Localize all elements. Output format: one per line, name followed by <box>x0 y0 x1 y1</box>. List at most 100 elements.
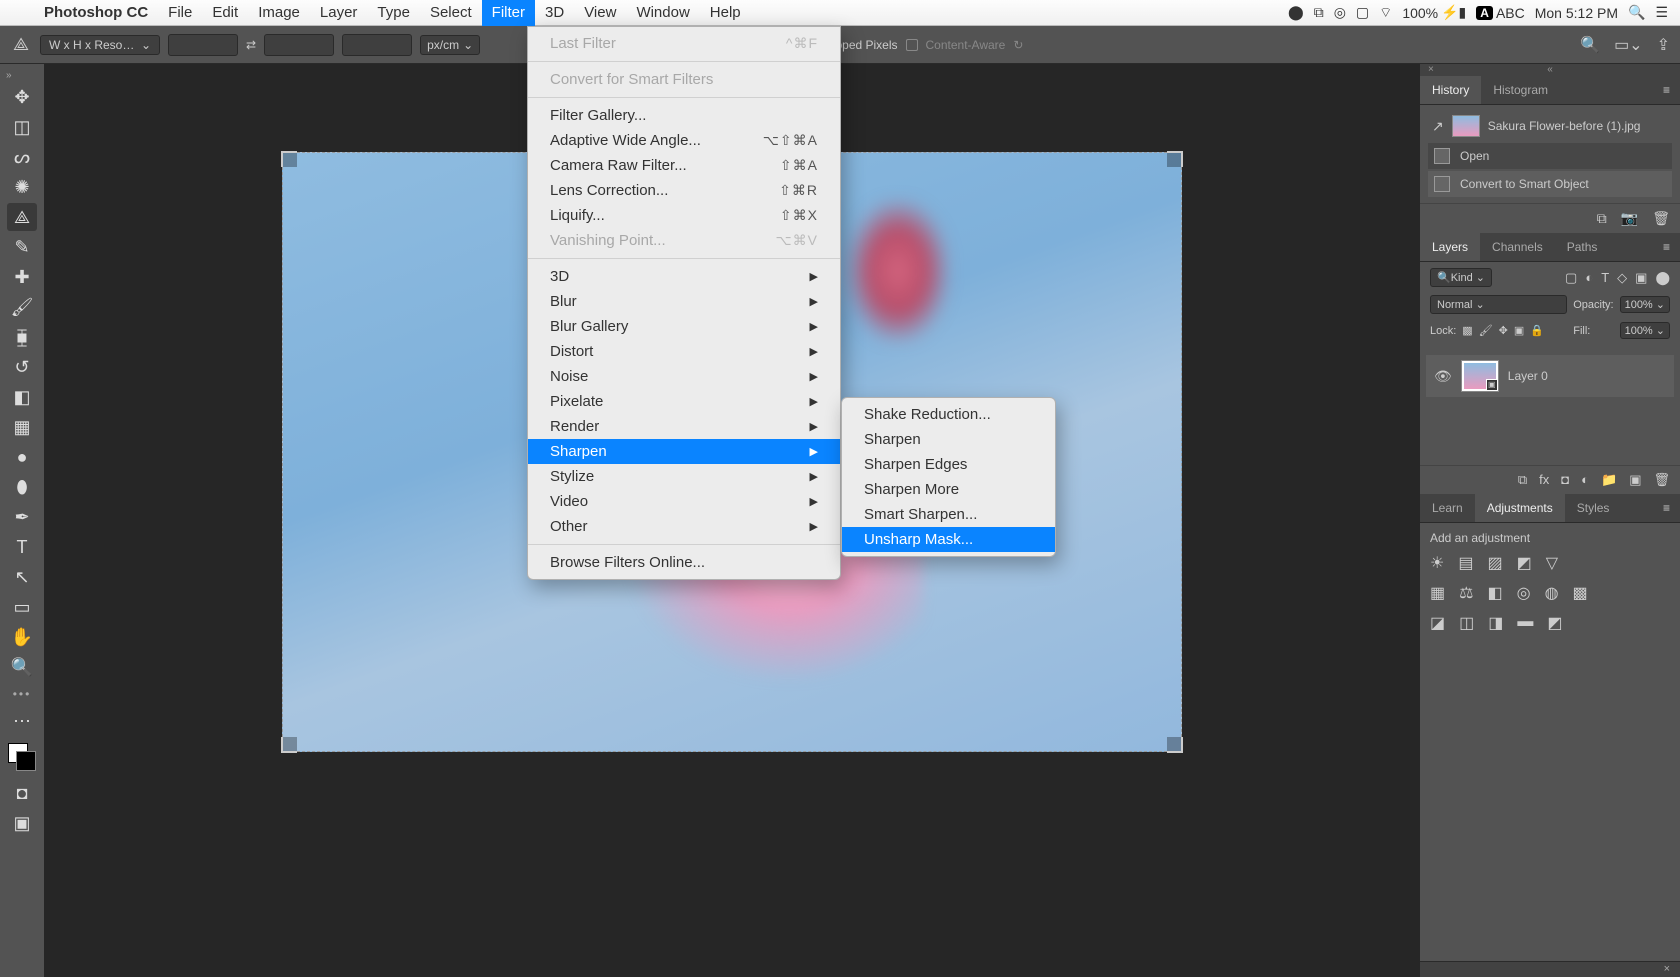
clock[interactable]: Mon 5:12 PM <box>1535 5 1618 21</box>
brush-tool[interactable]: 🖌 <box>7 293 37 321</box>
collapse-icon[interactable]: » <box>0 70 12 81</box>
menu-filter[interactable]: Filter <box>482 0 535 26</box>
gradient-map-icon[interactable]: ▬ <box>1517 613 1533 633</box>
filter-browse-online[interactable]: Browse Filters Online... <box>528 550 840 575</box>
move-tool[interactable]: ✥ <box>7 83 37 111</box>
filter-camera-raw[interactable]: Camera Raw Filter...⇧⌘A <box>528 153 840 178</box>
filter-gallery[interactable]: Filter Gallery... <box>528 103 840 128</box>
quick-mask[interactable]: ◘ <box>7 779 37 807</box>
menu-select[interactable]: Select <box>420 0 482 26</box>
menu-3d[interactable]: 3D <box>535 0 574 26</box>
fill-value[interactable]: 100% ⌄ <box>1620 322 1670 339</box>
vibrance-icon[interactable]: ▽ <box>1546 553 1558 573</box>
filter-toggle-icon[interactable]: ⬤ <box>1655 270 1670 286</box>
lock-move-icon[interactable]: ✥ <box>1499 324 1508 337</box>
filter-blur-gallery[interactable]: Blur Gallery▶ <box>528 314 840 339</box>
menu-type[interactable]: Type <box>367 0 420 26</box>
panel-collapse-bar[interactable]: ×« <box>1420 64 1680 76</box>
hue-icon[interactable]: ▦ <box>1430 583 1445 603</box>
eraser-tool[interactable]: ◧ <box>7 383 37 411</box>
sharpen-shake-reduction[interactable]: Shake Reduction... <box>842 402 1055 427</box>
layer-name[interactable]: Layer 0 <box>1508 369 1548 383</box>
history-row-open[interactable]: Open <box>1428 143 1672 169</box>
tab-layers[interactable]: Layers <box>1420 233 1480 261</box>
menu-list-icon[interactable]: ☰ <box>1655 4 1668 21</box>
type-tool[interactable]: T <box>7 533 37 561</box>
cc-icon[interactable]: ◎ <box>1334 4 1346 21</box>
crop-handle-br[interactable] <box>1167 737 1183 753</box>
filter-distort[interactable]: Distort▶ <box>528 339 840 364</box>
swap-icon[interactable]: ⇄ <box>246 38 256 52</box>
adjustment-icon[interactable]: ◐ <box>1581 472 1589 488</box>
crop-unit-dropdown[interactable]: px/cm⌄ <box>420 35 480 55</box>
content-aware-checkbox[interactable] <box>906 39 918 51</box>
quick-select-tool[interactable]: ✺ <box>7 173 37 201</box>
filter-lens-correction[interactable]: Lens Correction...⇧⌘R <box>528 178 840 203</box>
hand-tool[interactable]: ✋ <box>7 623 37 651</box>
menu-layer[interactable]: Layer <box>310 0 368 26</box>
filter-3d[interactable]: 3D▶ <box>528 264 840 289</box>
filter-stylize[interactable]: Stylize▶ <box>528 464 840 489</box>
pen-tool[interactable]: ✒ <box>7 503 37 531</box>
crop-handle-tl[interactable] <box>281 151 297 167</box>
invert-icon[interactable]: ◪ <box>1430 613 1445 633</box>
airplay-icon[interactable]: ▢ <box>1356 4 1369 21</box>
unsharp-mask[interactable]: Unsharp Mask... <box>842 527 1055 552</box>
history-row-convert[interactable]: Convert to Smart Object <box>1428 171 1672 197</box>
filter-pixel-icon[interactable]: ▢ <box>1565 270 1577 286</box>
edit-toolbar[interactable]: ⋯ <box>7 707 37 735</box>
levels-icon[interactable]: ▤ <box>1458 553 1473 573</box>
fx-icon[interactable]: fx <box>1539 472 1549 488</box>
tab-histogram[interactable]: Histogram <box>1481 76 1560 104</box>
zoom-tool[interactable]: 🔍 <box>7 653 37 681</box>
layer-row-0[interactable]: 👁 ▣ Layer 0 <box>1426 355 1674 397</box>
menu-image[interactable]: Image <box>248 0 310 26</box>
crop-height-field[interactable] <box>264 34 334 56</box>
crop-tool-icon[interactable]: ⟁ <box>10 34 32 56</box>
menu-window[interactable]: Window <box>626 0 699 26</box>
crop-width-field[interactable] <box>168 34 238 56</box>
menu-help[interactable]: Help <box>700 0 751 26</box>
posterize-icon[interactable]: ◫ <box>1459 613 1474 633</box>
layer-thumb[interactable]: ▣ <box>1462 361 1498 391</box>
layer-filter-kind[interactable]: 🔍Kind ⌄ <box>1430 268 1492 287</box>
history-brush-tool[interactable]: ↺ <box>7 353 37 381</box>
visibility-icon[interactable]: 👁 <box>1434 368 1452 385</box>
workspace-icon[interactable]: ▭⌄ <box>1614 35 1643 55</box>
path-tool[interactable]: ↖ <box>7 563 37 591</box>
lock-trans-icon[interactable]: ▩ <box>1462 324 1472 337</box>
battery-status[interactable]: 100% ⚡▮ <box>1402 4 1466 21</box>
history-doc-thumb[interactable] <box>1452 115 1480 137</box>
filter-smart-icon[interactable]: ▣ <box>1635 270 1647 286</box>
stamp-tool[interactable]: ⧯ <box>7 323 37 351</box>
new-layer-icon[interactable]: ▣ <box>1629 472 1641 488</box>
bottom-collapse-bar[interactable]: × <box>1420 961 1680 977</box>
curves-icon[interactable]: ▨ <box>1487 553 1502 573</box>
minimize-icon[interactable]: ⬤ <box>1288 4 1304 21</box>
crop-tool[interactable]: ⟁ <box>7 203 37 231</box>
lock-brush-icon[interactable]: 🖌 <box>1479 324 1493 337</box>
reset-icon[interactable]: ↻ <box>1013 38 1023 52</box>
photo-filter-icon[interactable]: ◎ <box>1517 583 1531 603</box>
crop-handle-bl[interactable] <box>281 737 297 753</box>
crop-handle-tr[interactable] <box>1167 151 1183 167</box>
camera-icon[interactable]: 📷 <box>1621 210 1638 227</box>
exposure-icon[interactable]: ◩ <box>1517 553 1532 573</box>
tab-channels[interactable]: Channels <box>1480 233 1555 261</box>
filter-sharpen[interactable]: Sharpen▶ <box>528 439 840 464</box>
wifi-icon[interactable]: ⌔ <box>1379 4 1392 22</box>
menu-file[interactable]: File <box>158 0 202 26</box>
tab-styles[interactable]: Styles <box>1565 494 1622 522</box>
menu-edit[interactable]: Edit <box>202 0 248 26</box>
sharpen-more[interactable]: Sharpen More <box>842 477 1055 502</box>
crop-res-field[interactable] <box>342 34 412 56</box>
filter-render[interactable]: Render▶ <box>528 414 840 439</box>
tab-learn[interactable]: Learn <box>1420 494 1475 522</box>
marquee-tool[interactable]: ◫ <box>7 113 37 141</box>
filter-noise[interactable]: Noise▶ <box>528 364 840 389</box>
balance-icon[interactable]: ⚖ <box>1459 583 1473 603</box>
lock-all-icon[interactable]: 🔒 <box>1530 324 1544 337</box>
panel-menu-icon[interactable]: ≡ <box>1653 83 1680 97</box>
delete-layer-icon[interactable]: 🗑 <box>1653 472 1670 488</box>
trash-icon[interactable]: 🗑 <box>1652 210 1670 227</box>
